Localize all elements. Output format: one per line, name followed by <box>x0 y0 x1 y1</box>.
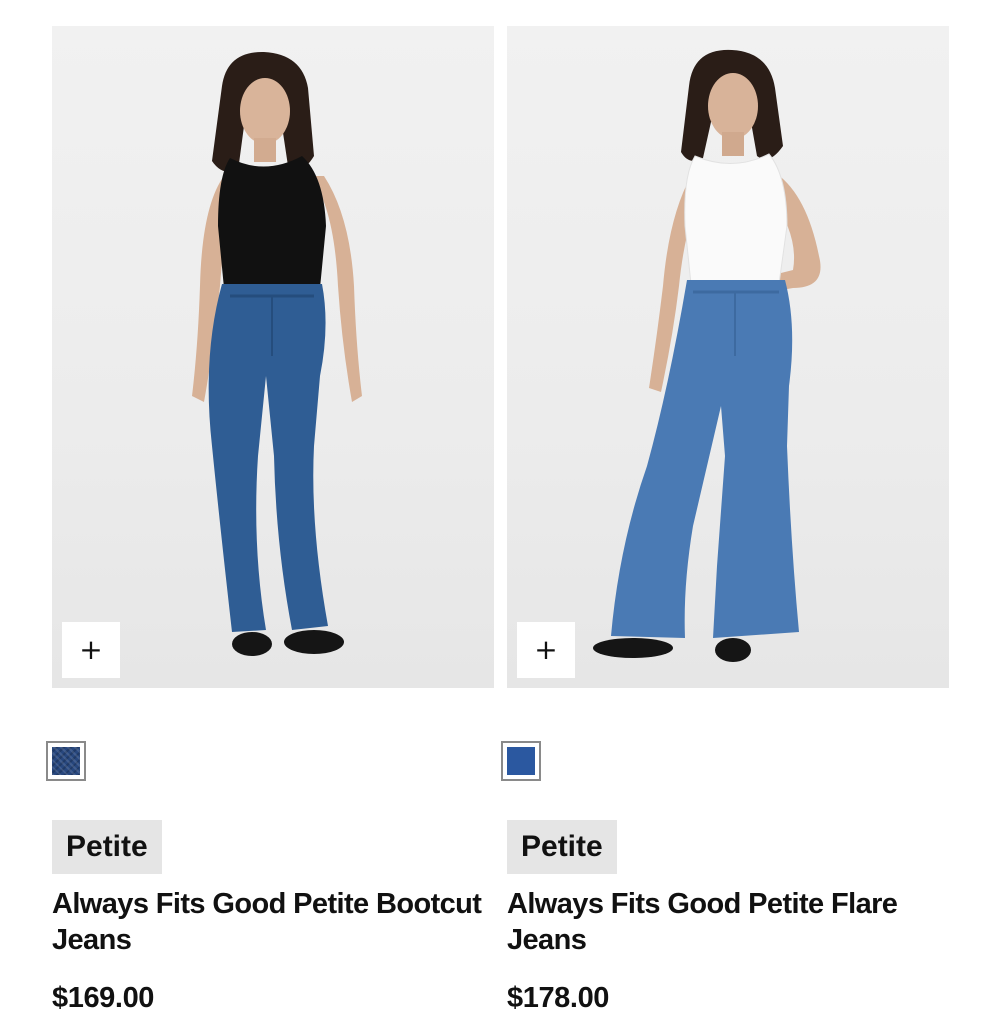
color-swatch[interactable] <box>501 741 541 781</box>
product-price: $178.00 <box>507 982 610 1014</box>
product-price: $169.00 <box>52 982 155 1014</box>
product-card[interactable]: + Petite Always Fits Good Petite Flare J… <box>501 0 949 1014</box>
product-image[interactable]: + <box>507 26 949 688</box>
product-title[interactable]: Always Fits Good Petite Bootcut Jeans <box>52 886 492 958</box>
color-swatch[interactable] <box>46 741 86 781</box>
model-illustration <box>593 49 821 662</box>
quick-add-button[interactable]: + <box>517 622 575 678</box>
product-title[interactable]: Always Fits Good Petite Flare Jeans <box>507 886 947 958</box>
plus-icon: + <box>79 633 103 666</box>
product-card[interactable]: + Petite Always Fits Good Petite Bootcut… <box>46 0 494 1014</box>
plus-icon: + <box>534 633 558 666</box>
petite-badge: Petite <box>52 820 162 874</box>
swatch-chip <box>52 747 80 775</box>
model-illustration <box>192 51 362 656</box>
swatch-chip <box>507 747 535 775</box>
petite-badge: Petite <box>507 820 617 874</box>
product-image[interactable]: + <box>52 26 494 688</box>
quick-add-button[interactable]: + <box>62 622 120 678</box>
